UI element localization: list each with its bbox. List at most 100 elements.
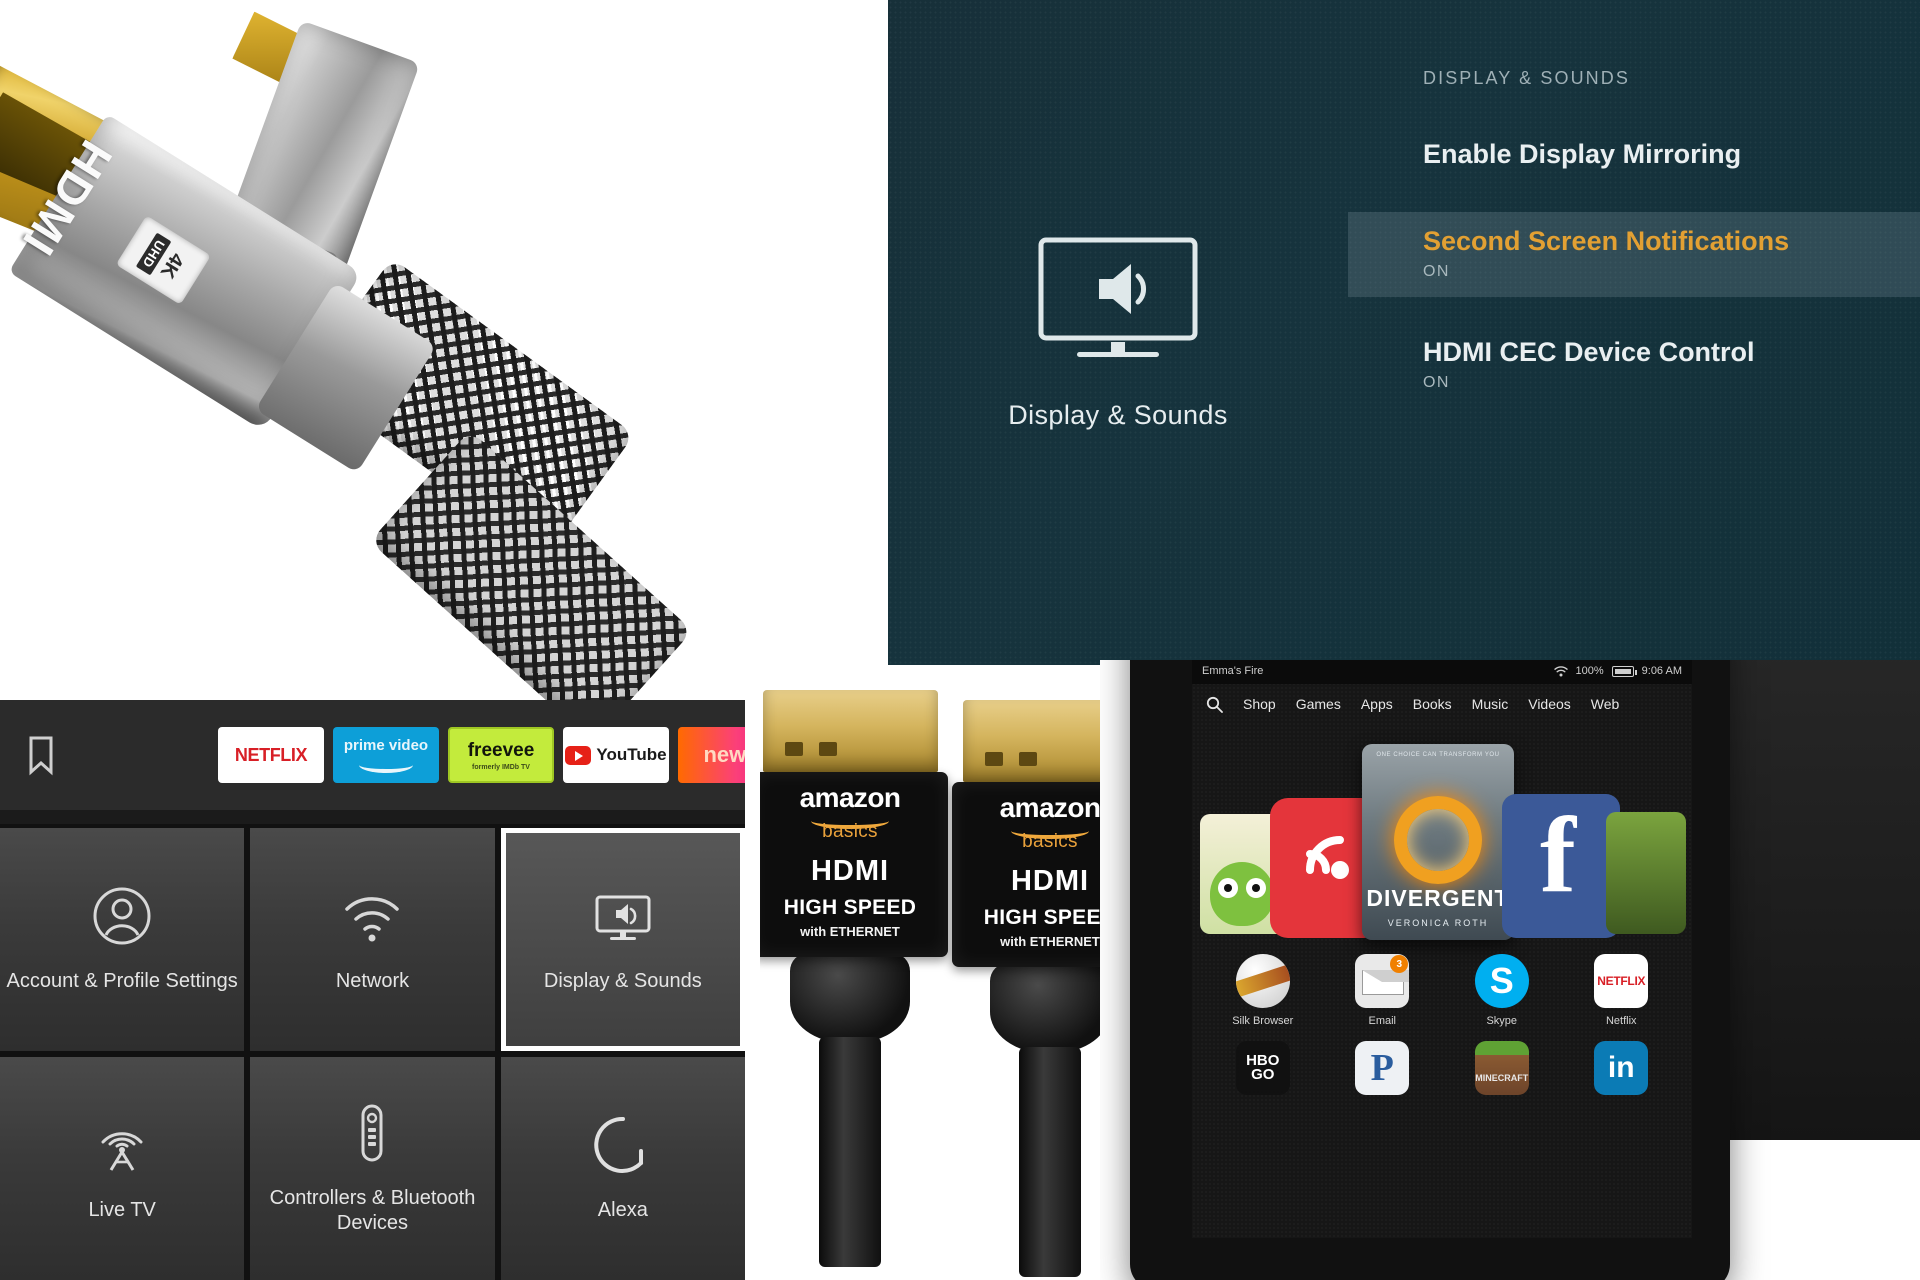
search-icon[interactable] <box>1206 696 1223 713</box>
fire-tablet-device: Emma's Fire 100% 9:06 AM Shop Games Apps… <box>1130 660 1730 1280</box>
battery-percent-label: 100% <box>1575 665 1604 677</box>
broadcast-tower-icon <box>91 1114 153 1176</box>
settings-tile-label: Live TV <box>88 1199 156 1221</box>
tablet-app-linkedin[interactable]: in <box>1565 1041 1679 1095</box>
carousel-item-plants-game[interactable] <box>1606 812 1686 934</box>
app-tile-news[interactable]: news <box>678 727 745 783</box>
battery-full-icon <box>1611 665 1637 677</box>
nav-item-music[interactable]: Music <box>1472 696 1509 712</box>
settings-tile-account-profile[interactable]: Account & Profile Settings <box>0 828 245 1051</box>
carousel-item-facebook[interactable]: f <box>1502 794 1620 938</box>
app-label: Skype <box>1486 1015 1518 1027</box>
tablet-app-silk-browser[interactable]: Silk Browser <box>1206 954 1320 1027</box>
app-tile-sublabel: formerly IMDb TV <box>472 763 530 771</box>
app-tile-label: news <box>703 742 745 767</box>
wifi-icon <box>341 885 403 947</box>
settings-tile-network[interactable]: Network <box>250 828 495 1051</box>
nav-item-web[interactable]: Web <box>1591 696 1620 712</box>
nav-item-videos[interactable]: Videos <box>1528 696 1571 712</box>
app-tile-youtube[interactable]: YouTube <box>563 727 669 783</box>
hdmi-cable-photo-panel: HDMI 4K UHD <box>0 0 745 700</box>
amazon-brand-text: amazon <box>799 782 901 813</box>
tablet-app-grid-row-2: HBO GO P MINECRAFT in <box>1192 1027 1692 1095</box>
menu-item-enable-display-mirroring[interactable]: Enable Display Mirroring <box>1348 125 1920 186</box>
cable-strain-relief <box>990 963 1110 1053</box>
wifi-icon <box>1553 665 1568 677</box>
display-sounds-preview-pane: Display & Sounds <box>888 0 1348 665</box>
app-tile-label: NETFLIX <box>234 744 308 765</box>
remote-control-icon <box>341 1102 403 1164</box>
menu-item-second-screen-notifications[interactable]: Second Screen Notifications ON <box>1348 212 1920 297</box>
alexa-ring-icon <box>592 1114 654 1176</box>
menu-item-value: ON <box>1423 374 1450 391</box>
4k-uhd-badge: 4K UHD <box>115 215 211 305</box>
netflix-wordmark: NETFLIX <box>1597 974 1646 988</box>
tv-speaker-icon <box>592 885 654 947</box>
menu-item-title: HDMI CEC Device Control <box>1423 337 1755 367</box>
silk-browser-icon <box>1235 954 1290 1008</box>
with-ethernet-text: with ETHERNET <box>800 924 900 939</box>
app-tile-label: YouTube <box>596 745 667 764</box>
carousel-item-divergent-book[interactable]: ONE CHOICE CAN TRANSFORM YOU DIVERGENT V… <box>1362 744 1514 940</box>
tv-speaker-icon <box>1033 234 1203 364</box>
firetv-display-sounds-menu-panel: Display & Sounds DISPLAY & SOUNDS Enable… <box>888 0 1920 665</box>
app-tile-prime-video[interactable]: prime video <box>333 727 439 783</box>
nav-item-shop[interactable]: Shop <box>1243 696 1276 712</box>
cable-wire <box>819 1037 881 1267</box>
menu-item-hdmi-cec-device-control[interactable]: HDMI CEC Device Control ON <box>1348 323 1920 408</box>
hbo-go-icon: HBO GO <box>1235 1041 1290 1095</box>
linkedin-icon: in <box>1594 1041 1649 1095</box>
cable-wire <box>1019 1047 1081 1277</box>
skype-icon: S <box>1474 954 1529 1008</box>
display-sounds-preview-label: Display & Sounds <box>1008 400 1228 430</box>
tablet-app-netflix[interactable]: NETFLIX Netflix <box>1565 954 1679 1027</box>
clock-label: 9:06 AM <box>1641 665 1682 677</box>
display-sounds-section-title: DISPLAY & SOUNDS <box>1423 68 1630 88</box>
app-tile-label: freevee <box>467 739 535 761</box>
settings-tile-controllers-bluetooth[interactable]: Controllers & Bluetooth Devices <box>250 1057 495 1280</box>
book-author: VERONICA ROTH <box>1387 918 1489 928</box>
app-label: Silk Browser <box>1232 1015 1294 1027</box>
person-circle-icon <box>91 885 153 947</box>
tablet-content-carousel: ONE CHOICE CAN TRANSFORM YOU DIVERGENT V… <box>1192 730 1692 940</box>
netflix-icon: NETFLIX <box>1594 954 1649 1008</box>
nav-item-games[interactable]: Games <box>1296 696 1341 712</box>
hdmi-spec-text: HDMI <box>810 855 890 887</box>
book-tagline: ONE CHOICE CAN TRANSFORM YOU <box>1376 752 1500 758</box>
tablet-app-email[interactable]: 3 Email <box>1326 954 1440 1027</box>
settings-tile-label: Network <box>335 970 410 992</box>
app-label: Email <box>1368 1015 1396 1027</box>
minecraft-icon: MINECRAFT <box>1474 1041 1529 1095</box>
cut-the-rope-icon <box>1210 862 1274 926</box>
firetv-settings-grid-panel: NETFLIX prime video freevee formerly IMD… <box>0 700 745 1280</box>
amazon-smile-icon <box>359 757 413 773</box>
facebook-icon: f <box>1540 796 1576 915</box>
nav-item-apps[interactable]: Apps <box>1361 696 1393 712</box>
tablet-app-skype[interactable]: S Skype <box>1445 954 1559 1027</box>
fire-tablet-screen: Emma's Fire 100% 9:06 AM Shop Games Apps… <box>1192 660 1692 1238</box>
app-tile-freevee[interactable]: freevee formerly IMDb TV <box>448 727 554 783</box>
email-icon: 3 <box>1355 954 1410 1008</box>
app-tile-netflix[interactable]: NETFLIX <box>218 727 324 783</box>
settings-tile-alexa[interactable]: Alexa <box>500 1057 745 1280</box>
app-tile-label: prime video <box>343 737 429 754</box>
settings-tile-live-tv[interactable]: Live TV <box>0 1057 245 1280</box>
firetv-top-bar: NETFLIX prime video freevee formerly IMD… <box>0 700 745 810</box>
firetv-app-shortcuts-row: NETFLIX prime video freevee formerly IMD… <box>218 727 745 783</box>
tablet-app-pandora[interactable]: P <box>1326 1041 1440 1095</box>
cable-head-label: amazon basics HDMI HIGH SPEED with ETHER… <box>760 772 948 957</box>
bookmark-icon[interactable] <box>24 734 58 776</box>
settings-tile-display-sounds[interactable]: Display & Sounds <box>500 828 745 1051</box>
settings-tile-label: Account & Profile Settings <box>6 970 238 992</box>
podcast-waves-icon <box>1296 826 1356 886</box>
menu-item-title: Second Screen Notifications <box>1423 226 1790 256</box>
menu-item-value: ON <box>1423 263 1450 280</box>
cable-stage: HDMI 4K UHD <box>0 0 745 700</box>
nav-item-books[interactable]: Books <box>1413 696 1452 712</box>
youtube-play-icon <box>565 745 592 765</box>
hdmi-gold-contact <box>762 690 938 772</box>
tablet-app-hbo-go[interactable]: HBO GO <box>1206 1041 1320 1095</box>
tablet-app-minecraft[interactable]: MINECRAFT <box>1445 1041 1559 1095</box>
cable-strain-relief <box>790 953 910 1043</box>
tablet-nav-bar: Shop Games Apps Books Music Videos Web <box>1192 684 1692 724</box>
